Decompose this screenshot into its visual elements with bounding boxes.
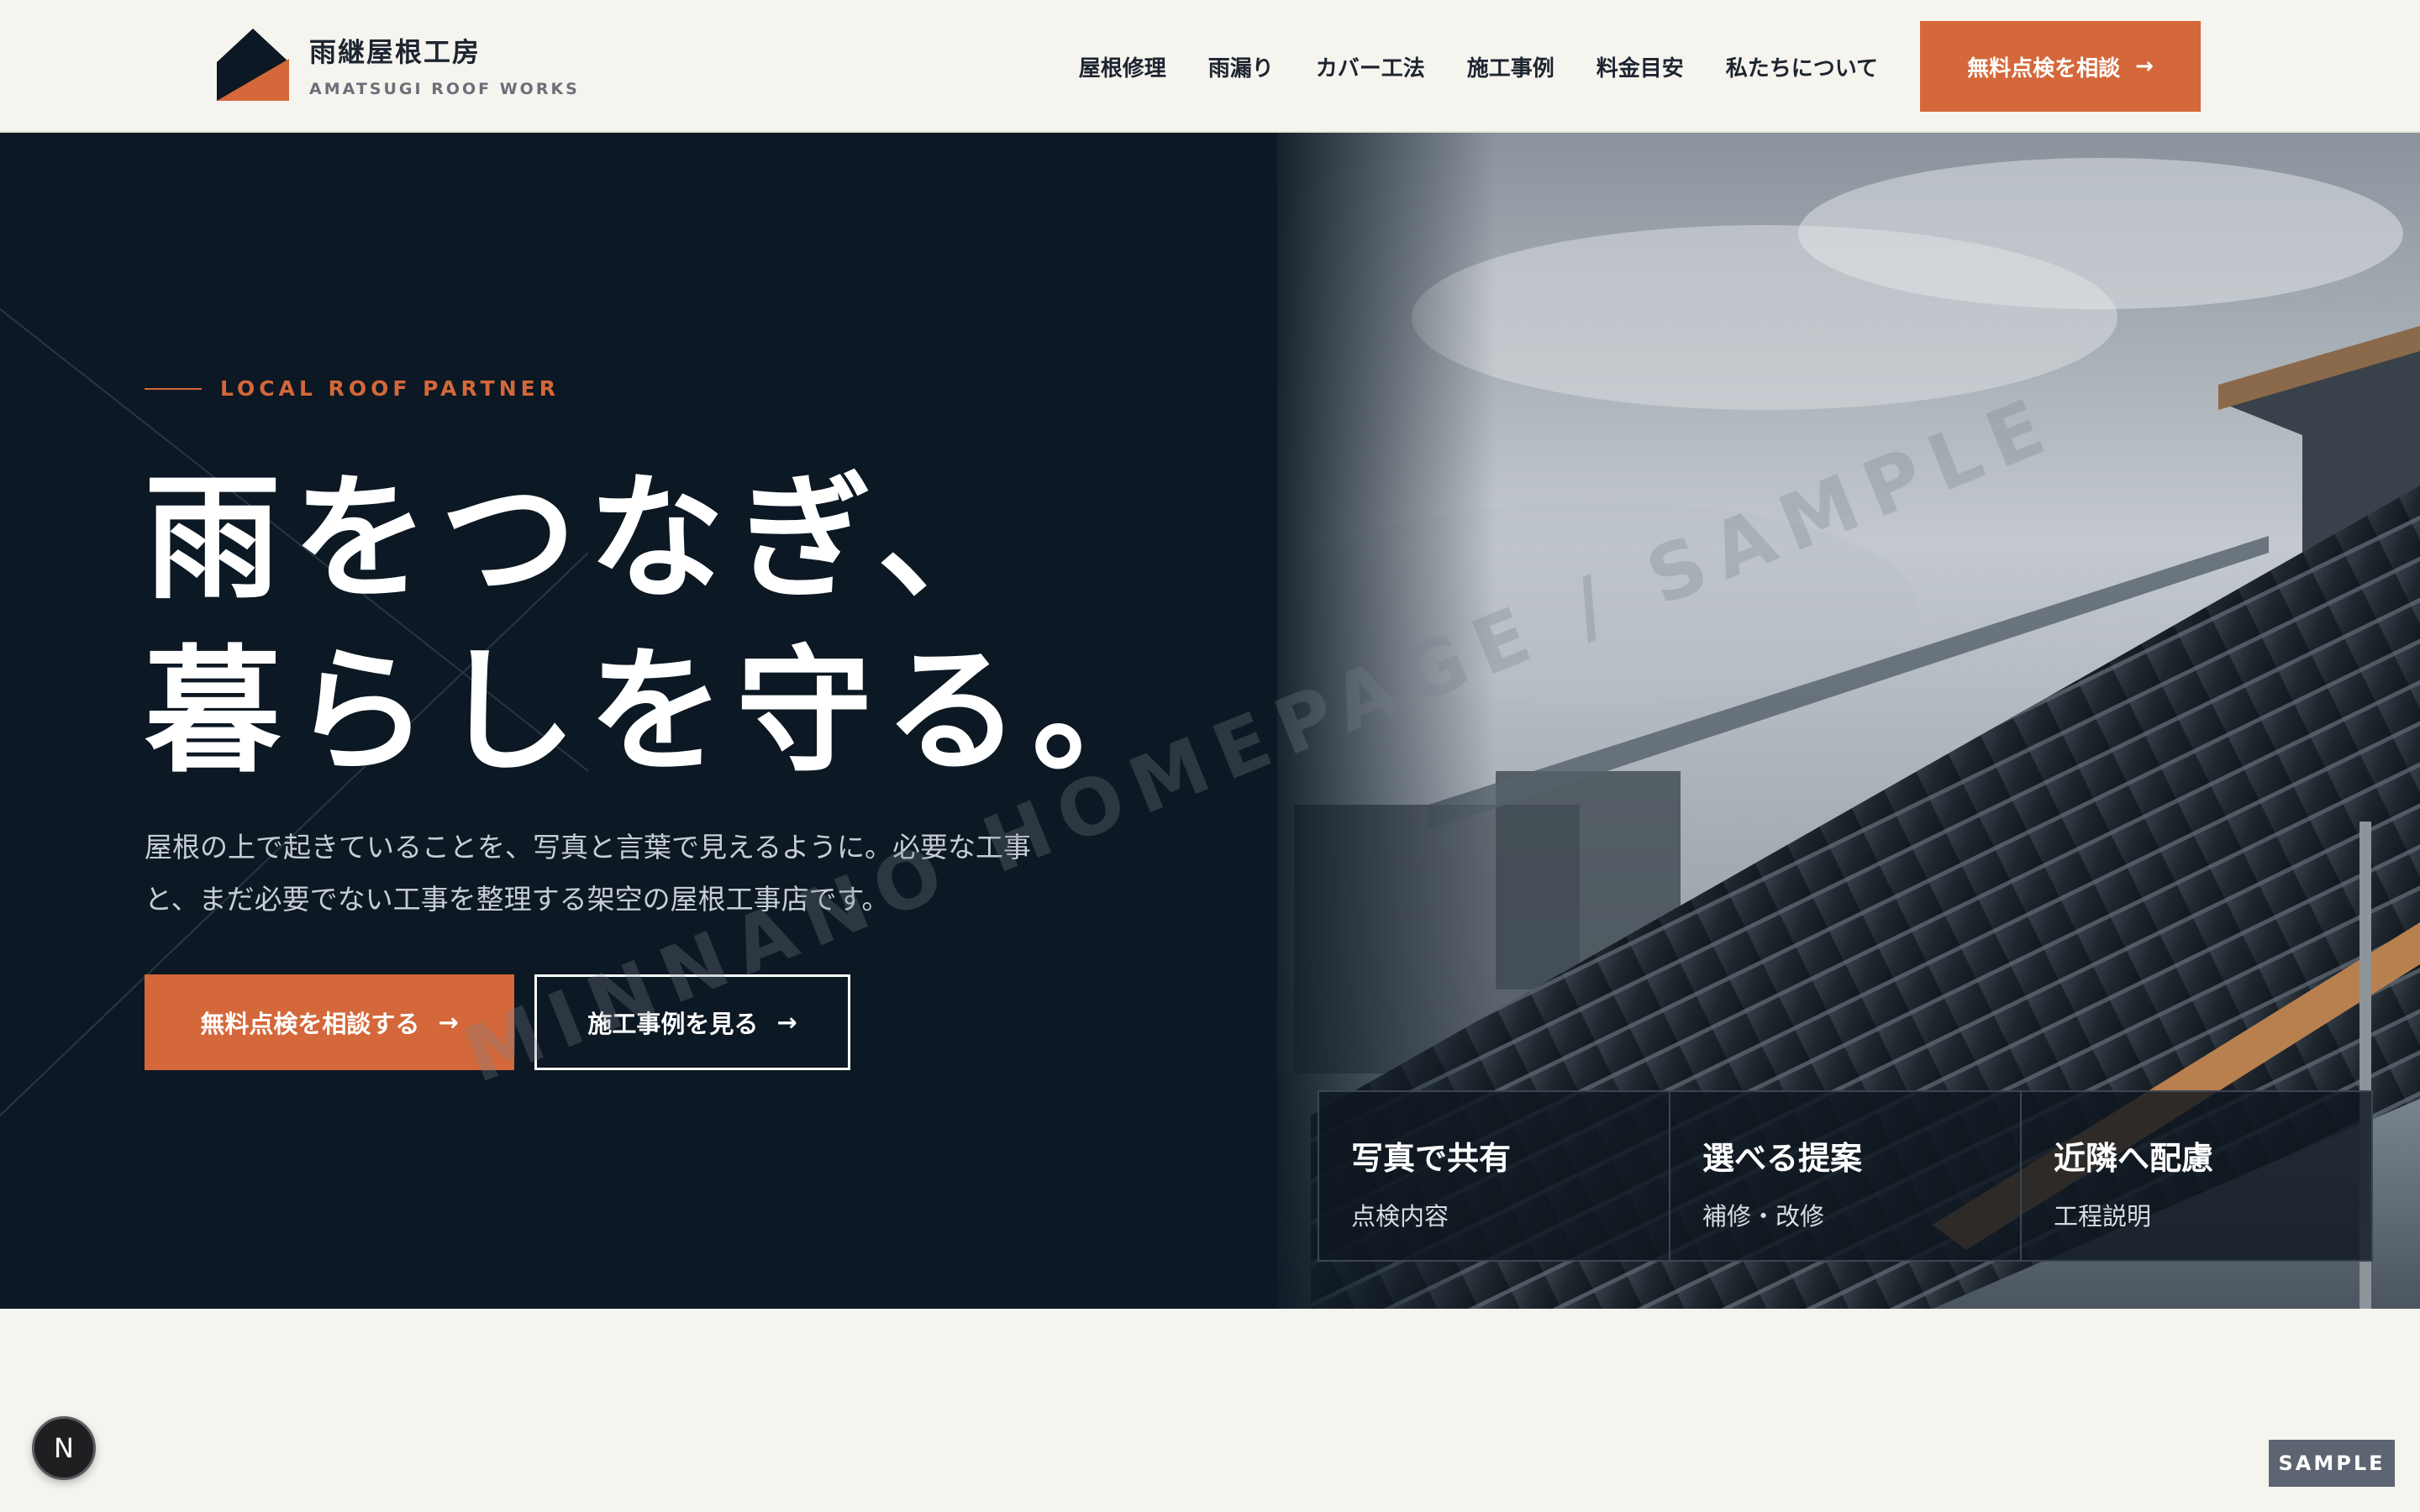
brand-name: 雨継屋根工房 <box>309 36 481 68</box>
hero-eyebrow: LOCAL ROOF PARTNER <box>145 376 560 401</box>
feature-subtitle: 補修・改修 <box>1702 1202 1825 1231</box>
nav-item-pricing[interactable]: 料金目安 <box>1597 51 1684 82</box>
eyebrow-line <box>145 387 202 390</box>
arrow-right-icon: → <box>2135 54 2154 79</box>
feature-title: 選べる提案 <box>1702 1140 1863 1177</box>
nav-item-roof-repair[interactable]: 屋根修理 <box>1079 51 1166 82</box>
feature-card: 選べる提案 補修・改修 <box>1670 1092 2022 1260</box>
headline-line-1: 雨をつなぎ、 <box>145 459 1025 618</box>
header-consult-button[interactable]: 無料点検を相談 → <box>1920 21 2201 112</box>
feature-subtitle: 点検内容 <box>1351 1202 1449 1231</box>
consult-button-label: 無料点検を相談する <box>200 1010 420 1038</box>
hero-headline: 雨をつなぎ、 暮らしを守る。 <box>145 452 1180 798</box>
nav-item-leak[interactable]: 雨漏り <box>1208 51 1274 82</box>
brand-logo[interactable]: 雨継屋根工房 AMATSUGI ROOF WORKS <box>217 29 580 101</box>
feature-card: 写真で共有 点検内容 <box>1319 1092 1670 1260</box>
nav-item-works[interactable]: 施工事例 <box>1467 51 1555 82</box>
eyebrow-text: LOCAL ROOF PARTNER <box>220 376 560 401</box>
feature-card: 近隣へ配慮 工程説明 <box>2022 1092 2371 1260</box>
site-header: 雨継屋根工房 AMATSUGI ROOF WORKS 屋根修理 雨漏り カバー工… <box>0 0 2420 133</box>
nav-item-about[interactable]: 私たちについて <box>1726 51 1878 82</box>
header-consult-label: 無料点検を相談 <box>1967 55 2121 81</box>
sample-badge: SAMPLE <box>2269 1440 2395 1487</box>
feature-title: 近隣へ配慮 <box>2054 1140 2214 1177</box>
brand-name-en: AMATSUGI ROOF WORKS <box>309 80 580 98</box>
feature-panel: 写真で共有 点検内容 選べる提案 補修・改修 近隣へ配慮 工程説明 <box>1318 1090 2373 1262</box>
main-nav: 屋根修理 雨漏り カバー工法 施工事例 料金目安 私たちについて 無料点検を相談… <box>1037 20 2420 113</box>
headline-line-2: 暮らしを守る。 <box>145 632 1180 791</box>
dev-tools-button[interactable]: N <box>32 1416 96 1480</box>
feature-subtitle: 工程説明 <box>2054 1202 2152 1231</box>
nav-item-cover-method[interactable]: カバー工法 <box>1316 51 1425 82</box>
arrow-right-icon: → <box>776 1008 797 1037</box>
feature-title: 写真で共有 <box>1351 1140 1512 1177</box>
roof-logo-icon <box>217 29 289 101</box>
